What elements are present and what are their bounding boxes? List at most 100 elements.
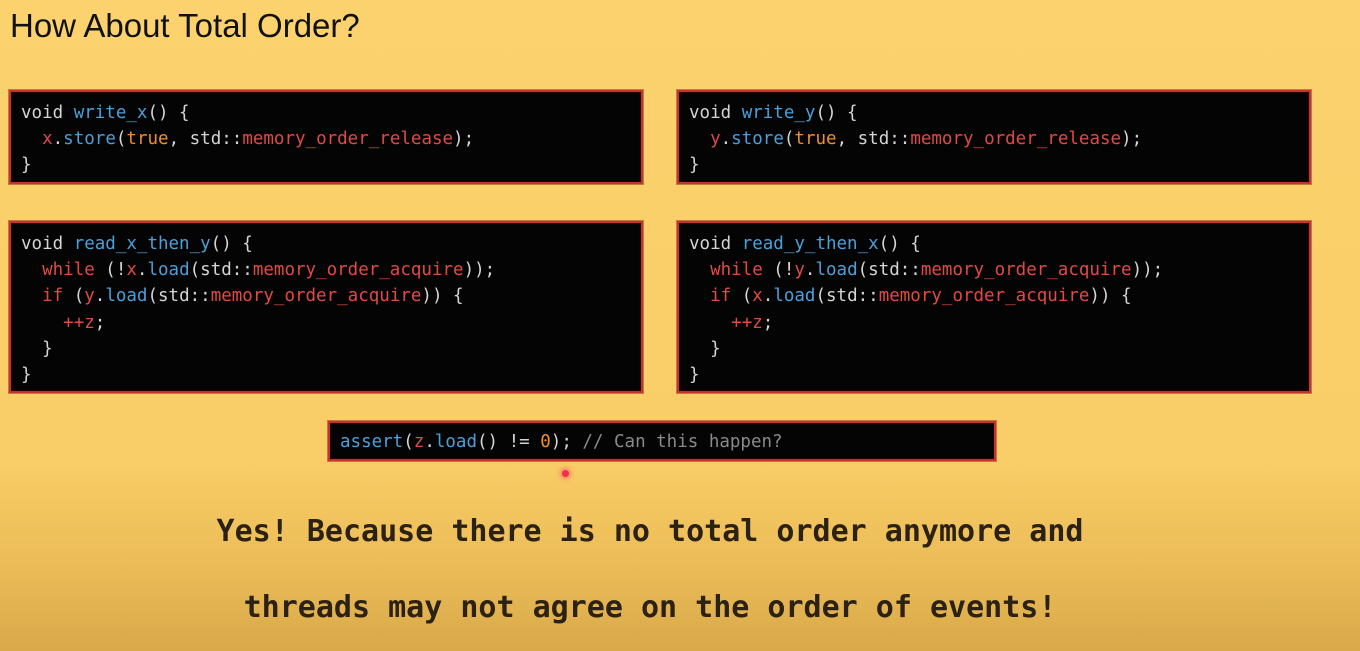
code-line: ++z; — [689, 310, 1299, 336]
code-token: void — [21, 103, 74, 123]
code-token: )); — [1131, 260, 1164, 281]
code-token: () != — [477, 432, 541, 452]
code-block-read-y-then-x: void read_y_then_x() { while (!y.load(st… — [677, 221, 1311, 393]
code-function-name: load — [773, 286, 816, 307]
code-token: void — [689, 234, 742, 254]
code-line: void read_y_then_x() { — [689, 231, 1299, 257]
code-function-name: write_x — [73, 103, 148, 123]
code-token: ); — [550, 432, 583, 452]
code-token: void — [689, 103, 742, 123]
code-identifier: if — [42, 286, 64, 307]
code-identifier: memory_order_acquire — [210, 286, 422, 307]
code-token: . — [94, 286, 106, 307]
code-token: ( — [783, 129, 795, 150]
code-function-name: assert — [340, 432, 404, 452]
code-token: () { — [815, 103, 858, 123]
code-token: . — [52, 129, 64, 150]
code-function-name: read_x_then_y — [73, 234, 211, 254]
code-identifier: y — [84, 286, 95, 307]
code-token: . — [804, 260, 816, 281]
code-line: } — [689, 152, 1299, 178]
code-line: y.store(true, std::memory_order_release)… — [689, 126, 1299, 152]
answer-text-line-1: Yes! Because there is no total order any… — [216, 514, 1084, 549]
code-function-name: load — [434, 432, 478, 452]
code-token: ( — [403, 432, 414, 452]
code-line: while (!y.load(std::memory_order_acquire… — [689, 257, 1299, 283]
code-token: (! — [762, 260, 795, 281]
code-function-name: load — [815, 260, 858, 281]
code-token: , std:: — [836, 129, 911, 150]
code-line: } — [21, 152, 631, 178]
code-line: void write_x() { — [21, 100, 631, 126]
code-identifier: memory_order_release — [242, 129, 454, 150]
laser-pointer-dot — [562, 470, 569, 477]
code-identifier: while — [42, 260, 95, 281]
code-line: if (x.load(std::memory_order_acquire)) { — [689, 283, 1299, 309]
code-identifier: x — [752, 286, 763, 307]
code-token: () { — [878, 234, 921, 254]
code-token: (std:: — [815, 286, 879, 307]
code-line: while (!x.load(std::memory_order_acquire… — [21, 257, 631, 283]
code-line: ++z; — [21, 310, 631, 336]
code-token: )) { — [1089, 286, 1132, 307]
code-read-x-then-y: void read_x_then_y() { while (!x.load(st… — [21, 231, 631, 388]
code-line: if (y.load(std::memory_order_acquire)) { — [21, 283, 631, 309]
slide-title: How About Total Order? — [10, 7, 360, 44]
code-identifier: memory_order_acquire — [252, 260, 464, 281]
code-line: assert(z.load() != 0); // Can this happe… — [340, 429, 984, 455]
code-line: } — [689, 362, 1299, 388]
code-token: ( — [63, 286, 85, 307]
code-function-name: load — [105, 286, 148, 307]
code-literal: true — [126, 129, 169, 150]
code-block-read-x-then-y: void read_x_then_y() { while (!x.load(st… — [9, 221, 643, 393]
code-identifier: memory_order_release — [910, 129, 1122, 150]
code-block-assert: assert(z.load() != 0); // Can this happe… — [328, 421, 996, 461]
code-identifier: if — [710, 286, 732, 307]
code-token: ( — [731, 286, 753, 307]
code-token: void — [21, 234, 74, 254]
code-literal: 0 — [540, 432, 551, 452]
code-line: } — [21, 336, 631, 362]
code-line: void read_x_then_y() { — [21, 231, 631, 257]
code-function-name: write_y — [741, 103, 816, 123]
code-comment: // Can this happen? — [582, 432, 783, 452]
code-token: . — [762, 286, 774, 307]
code-token: , std:: — [168, 129, 243, 150]
code-token: ; — [94, 312, 106, 333]
code-token: } — [21, 365, 32, 386]
code-identifier: memory_order_acquire — [878, 286, 1090, 307]
answer-text-line-2: threads may not agree on the order of ev… — [243, 590, 1057, 625]
code-literal: true — [794, 129, 837, 150]
code-token: . — [424, 432, 435, 452]
code-token: ( — [115, 129, 127, 150]
code-function-name: read_y_then_x — [741, 234, 879, 254]
code-token: )) { — [421, 286, 464, 307]
code-line: } — [689, 336, 1299, 362]
code-block-write-x: void write_x() { x.store(true, std::memo… — [9, 90, 643, 184]
code-token: ; — [762, 312, 774, 333]
code-identifier: ++z — [731, 312, 763, 333]
code-write-x: void write_x() { x.store(true, std::memo… — [21, 100, 631, 179]
code-function-name: store — [731, 129, 784, 150]
code-token: ); — [453, 129, 475, 150]
code-function-name: load — [147, 260, 190, 281]
code-token: } — [689, 155, 700, 176]
code-token: } — [21, 155, 32, 176]
code-token: () { — [147, 103, 190, 123]
code-token: ); — [1121, 129, 1143, 150]
code-token: (std:: — [857, 260, 921, 281]
code-line: x.store(true, std::memory_order_release)… — [21, 126, 631, 152]
code-assert: assert(z.load() != 0); // Can this happe… — [340, 429, 984, 455]
code-token: (! — [94, 260, 127, 281]
code-read-y-then-x: void read_y_then_x() { while (!y.load(st… — [689, 231, 1299, 388]
code-identifier: y — [710, 129, 721, 150]
code-identifier: while — [710, 260, 763, 281]
code-identifier: ++z — [63, 312, 95, 333]
code-identifier: z — [413, 432, 425, 452]
code-identifier: x — [42, 129, 53, 150]
